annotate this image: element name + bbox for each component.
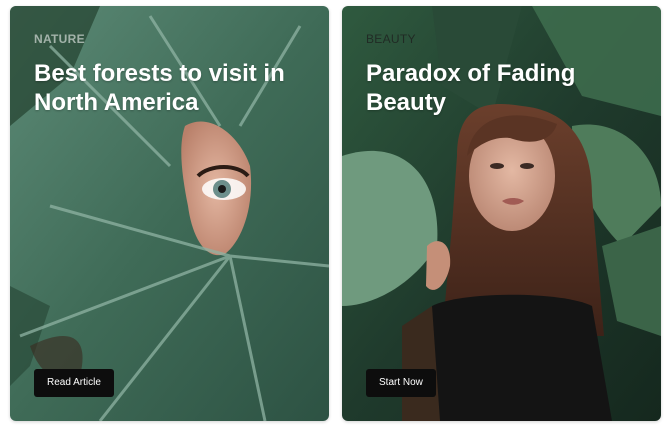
article-card-nature[interactable]: NATURE Best forests to visit in North Am… (10, 6, 329, 421)
read-article-button[interactable]: Read Article (34, 369, 114, 397)
card-category-label: BEAUTY (366, 32, 416, 46)
article-card-beauty[interactable]: BEAUTY Paradox of Fading Beauty Start No… (342, 6, 661, 421)
article-cards-page: NATURE Best forests to visit in North Am… (0, 0, 669, 431)
card-content: NATURE Best forests to visit in North Am… (10, 6, 329, 421)
card-title[interactable]: Paradox of Fading Beauty (366, 59, 651, 117)
start-now-button[interactable]: Start Now (366, 369, 436, 397)
card-content: BEAUTY Paradox of Fading Beauty Start No… (342, 6, 661, 421)
card-title[interactable]: Best forests to visit in North America (34, 59, 319, 117)
card-category-label: NATURE (34, 32, 85, 46)
